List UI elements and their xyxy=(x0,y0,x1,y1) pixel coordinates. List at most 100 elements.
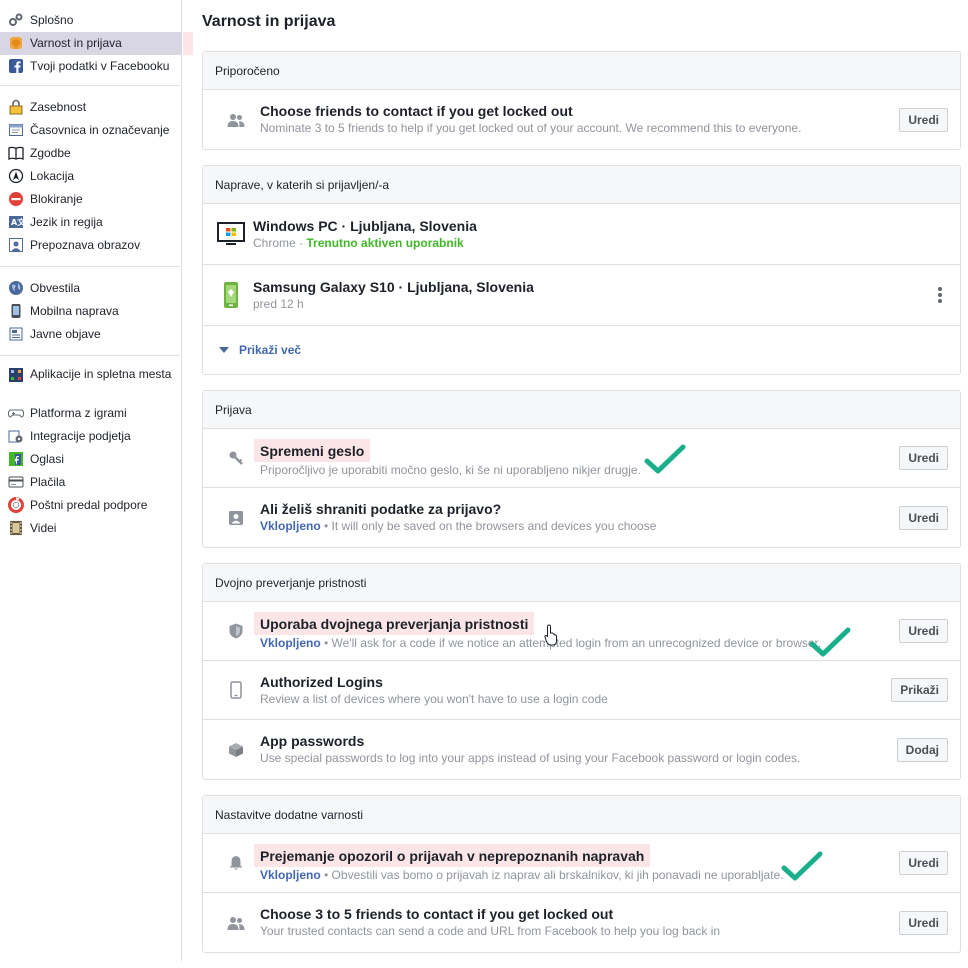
checkmark-icon xyxy=(644,443,686,480)
sidebar-group-notifications: Obvestila Mobilna naprava Javne objave xyxy=(0,277,181,346)
lock-icon xyxy=(8,99,24,115)
sidebar-item-location[interactable]: Lokacija xyxy=(0,165,181,188)
device-browser: Chrome xyxy=(253,235,296,250)
row-description: Review a list of devices where you won't… xyxy=(260,691,608,706)
card-heading: Prijava xyxy=(203,391,960,429)
sidebar-group-account: Splošno Varnost in prijava Tvoji podatki… xyxy=(0,0,193,78)
row-description: Nominate 3 to 5 friends to help if you g… xyxy=(260,121,802,135)
sidebar-item-games[interactable]: Platforma z igrami xyxy=(0,402,181,425)
sidebar-item-mobile[interactable]: Mobilna naprava xyxy=(0,300,181,323)
sidebar-item-label: Aplikacije in spletna mesta xyxy=(30,367,172,381)
sidebar-item-notifications[interactable]: Obvestila xyxy=(0,277,181,300)
separator: · xyxy=(295,235,307,250)
row-title: Uporaba dvojnega preverjanja pristnosti xyxy=(254,611,535,635)
sidebar-item-business-integrations[interactable]: Integracije podjetja xyxy=(0,425,181,448)
sidebar-item-support-inbox[interactable]: Poštni predal podpore xyxy=(0,494,181,517)
show-more-label: Prikaži več xyxy=(239,343,302,357)
edit-button[interactable]: Uredi xyxy=(899,107,948,132)
edit-button[interactable]: Uredi xyxy=(899,619,948,643)
lifebuoy-icon xyxy=(8,497,24,513)
active-status: Trenutno aktiven uporabnik xyxy=(306,235,464,250)
people-icon xyxy=(226,913,246,933)
save-login-row: Ali želiš shraniti podatke za prijavo? V… xyxy=(203,488,960,547)
sidebar-item-label: Lokacija xyxy=(30,169,75,183)
sidebar-item-public-posts[interactable]: Javne objave xyxy=(0,323,181,346)
shield-badge-icon xyxy=(8,35,24,51)
sidebar-item-label: Zgodbe xyxy=(30,146,71,160)
sidebar-item-blocking[interactable]: Blokiranje xyxy=(0,188,181,211)
card-heading: Dvojno preverjanje pristnosti xyxy=(203,564,960,602)
checkmark-icon xyxy=(781,850,823,887)
two-factor-card: Dvojno preverjanje pristnosti Uporaba dv… xyxy=(202,563,961,780)
edit-button[interactable]: Uredi xyxy=(899,446,948,470)
row-title: App passwords xyxy=(260,733,365,749)
row-description: Priporočljivo je uporabiti močno geslo, … xyxy=(260,462,641,477)
login-alerts-row: Prejemanje opozoril o prijavah v neprepo… xyxy=(203,834,960,893)
cube-icon xyxy=(226,740,246,760)
edit-button[interactable]: Uredi xyxy=(899,851,948,875)
row-description: Use special passwords to log into your a… xyxy=(260,751,801,765)
status-on: Vklopljeno xyxy=(260,635,321,650)
sidebar-item-label: Oglasi xyxy=(30,452,65,466)
sidebar-item-label: Plačila xyxy=(30,475,66,489)
globe-icon xyxy=(8,280,24,296)
card-heading: Naprave, v katerih si prijavljen/-a xyxy=(203,166,960,204)
shield-icon xyxy=(226,621,246,641)
sidebar-item-general[interactable]: Splošno xyxy=(0,9,181,32)
bell-icon xyxy=(226,853,246,873)
sidebar-item-face-recognition[interactable]: Prepoznava obrazov xyxy=(0,234,181,257)
status-on: Vklopljeno xyxy=(260,519,321,533)
more-options-icon[interactable] xyxy=(932,286,948,304)
sidebar-item-stories[interactable]: Zgodbe xyxy=(0,142,181,165)
sidebar-group-apps: Aplikacije in spletna mesta Platforma z … xyxy=(0,366,181,540)
row-title: Ali želiš shraniti podatke za prijavo? xyxy=(260,501,502,517)
gears-icon xyxy=(8,12,24,28)
profile-card-icon xyxy=(226,508,246,528)
payments-icon xyxy=(8,474,24,490)
settings-main: Varnost in prijava Priporočeno Choose fr… xyxy=(202,0,962,968)
show-more-link[interactable]: Prikaži več xyxy=(203,326,960,374)
row-title: Spremeni geslo xyxy=(254,438,371,462)
sidebar-item-label: Jezik in regija xyxy=(30,215,103,229)
sidebar-item-label: Splošno xyxy=(30,13,74,27)
edit-button[interactable]: Uredi xyxy=(899,910,948,935)
row-description: Your trusted contacts can send a code an… xyxy=(260,924,721,938)
show-button[interactable]: Prikaži xyxy=(891,678,948,702)
sidebar-item-timeline[interactable]: Časovnica in označevanje xyxy=(0,119,181,142)
sidebar-item-videos[interactable]: Videi xyxy=(0,517,181,540)
apps-icon xyxy=(8,367,24,383)
sidebar-item-label: Integracije podjetja xyxy=(30,429,131,443)
location-icon xyxy=(8,168,24,184)
trusted-contacts-row: Choose friends to contact if you get loc… xyxy=(203,90,960,149)
sidebar-item-security[interactable]: Varnost in prijava xyxy=(0,32,193,55)
sidebar-item-language[interactable]: A文 Jezik in regija xyxy=(0,211,181,234)
mobile-device-icon xyxy=(217,281,245,309)
add-button[interactable]: Dodaj xyxy=(896,737,948,762)
sidebar-divider xyxy=(0,266,180,267)
ads-icon xyxy=(8,451,24,467)
sidebar-item-apps[interactable]: Aplikacije in spletna mesta xyxy=(0,366,181,402)
sidebar-item-privacy[interactable]: Zasebnost xyxy=(0,96,181,119)
edit-button[interactable]: Uredi xyxy=(899,505,948,530)
gamepad-icon xyxy=(7,405,25,421)
sidebar-divider xyxy=(0,355,180,356)
sidebar-item-payments[interactable]: Plačila xyxy=(0,471,181,494)
sidebar-item-label: Obvestila xyxy=(30,281,81,295)
sidebar-item-ads[interactable]: Oglasi xyxy=(0,448,181,471)
sidebar-item-label: Videi xyxy=(30,521,57,535)
device-row-windows: Windows PC · Ljubljana, Slovenia Chrome … xyxy=(203,204,960,265)
two-factor-row: Uporaba dvojnega preverjanja pristnosti … xyxy=(203,602,960,661)
sidebar-item-your-information[interactable]: Tvoji podatki v Facebooku xyxy=(0,55,181,78)
public-posts-icon xyxy=(8,326,24,342)
business-gear-icon xyxy=(8,428,24,444)
row-title: Choose friends to contact if you get loc… xyxy=(260,103,573,119)
device-last-active: pred 12 h xyxy=(253,296,304,311)
checkmark-icon xyxy=(809,626,851,663)
people-icon xyxy=(226,110,246,130)
device-details: Chrome · Trenutno aktiven uporabnik xyxy=(253,235,948,251)
trusted-contacts-row-2: Choose 3 to 5 friends to contact if you … xyxy=(203,893,960,952)
row-description: Vklopljeno • We'll ask for a code if we … xyxy=(260,635,899,651)
login-card: Prijava Spremeni geslo Priporočljivo je … xyxy=(202,390,961,548)
status-detail: • It will only be saved on the browsers … xyxy=(320,519,657,533)
authorized-logins-row: Authorized Logins Review a list of devic… xyxy=(203,661,960,720)
